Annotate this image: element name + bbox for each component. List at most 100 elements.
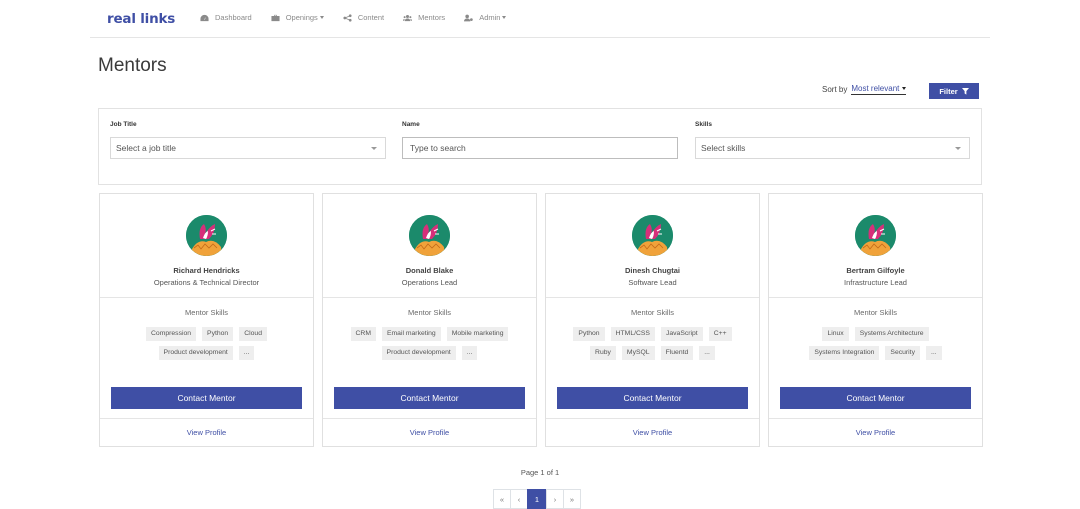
main-nav: Dashboard Openings Content Mentors Admin [200, 13, 525, 22]
avatar [409, 215, 450, 256]
skills-placeholder: Select skills [701, 143, 746, 153]
briefcase-icon [271, 14, 280, 21]
divider [100, 297, 313, 298]
nav-openings[interactable]: Openings [271, 13, 324, 22]
skill-tag: Mobile marketing [446, 327, 509, 341]
avatar [855, 215, 896, 256]
contact-mentor-button[interactable]: Contact Mentor [334, 387, 525, 409]
first-page-button[interactable]: « [493, 489, 511, 509]
nav-mentors-label: Mentors [418, 13, 446, 22]
skills-filter: Skills Select skills [695, 121, 970, 159]
skill-tag: Systems Integration [809, 346, 880, 360]
user-cog-icon [464, 14, 473, 21]
job-title-placeholder: Select a job title [116, 143, 177, 153]
sort-dropdown[interactable]: Most relevant [851, 84, 907, 95]
sort-control: Sort by Most relevant [822, 84, 907, 95]
divider [323, 297, 536, 298]
skill-tag: Product development [381, 346, 456, 360]
skill-tag: Systems Architecture [854, 327, 929, 341]
dashboard-icon [200, 14, 209, 21]
view-profile-link[interactable]: View Profile [323, 428, 536, 437]
skills-select[interactable]: Select skills [695, 137, 970, 159]
skill-tag: Cloud [239, 327, 267, 341]
prev-page-button[interactable]: ‹ [510, 489, 528, 509]
skill-tag: ... [238, 346, 255, 360]
mentor-role: Infrastructure Lead [844, 278, 907, 287]
nav-openings-label: Openings [285, 13, 318, 22]
divider [546, 418, 759, 419]
skill-tag: C++ [708, 327, 732, 341]
skill-tag: Python [202, 327, 234, 341]
divider [769, 418, 982, 419]
nav-admin[interactable]: Admin [464, 13, 507, 22]
name-label: Name [402, 121, 420, 128]
chevron-down-icon [902, 87, 907, 90]
mentor-card: Donald Blake Operations Lead Mentor Skills… [322, 193, 537, 447]
chevron-down-icon [319, 16, 324, 19]
name-placeholder: Type to search [410, 143, 466, 153]
skill-tag: Product development [158, 346, 233, 360]
share-icon [343, 13, 352, 22]
filter-button[interactable]: Filter [929, 83, 979, 99]
mentor-skills-heading: Mentor Skills [185, 308, 228, 317]
next-page-button[interactable]: › [546, 489, 564, 509]
job-title-filter: Job Title Select a job title [110, 121, 386, 159]
job-title-label: Job Title [110, 121, 137, 128]
mentor-name: Bertram Gilfoyle [846, 266, 905, 275]
sort-value: Most relevant [851, 84, 900, 93]
skill-tags: CRM Email marketing Mobile marketing Produc… [341, 327, 518, 365]
mentor-name: Dinesh Chugtai [624, 266, 680, 275]
view-profile-link[interactable]: View Profile [546, 428, 759, 437]
chevron-down-icon [502, 16, 507, 19]
mentor-name: Donald Blake [405, 266, 454, 275]
page-title: Mentors [98, 55, 167, 76]
skill-tag: ... [699, 346, 715, 360]
skill-tags: Compression Python Cloud Product developmen… [118, 327, 295, 365]
current-page-button[interactable]: 1 [527, 489, 547, 509]
skill-tag: Email marketing [381, 327, 441, 341]
skill-tag: Compression [146, 327, 197, 341]
mentor-name: Richard Hendricks [173, 266, 240, 275]
skill-tags: Python HTML/CSS JavaScript C++ Ruby MySQL Flue… [564, 327, 741, 365]
sort-label: Sort by [822, 85, 848, 94]
view-profile-link[interactable]: View Profile [100, 428, 313, 437]
nav-dashboard-label: Dashboard [215, 13, 252, 22]
skill-tag: Python [573, 327, 605, 341]
avatar [632, 215, 673, 256]
divider [323, 418, 536, 419]
mentor-skills-heading: Mentor Skills [631, 308, 674, 317]
pagination: « ‹ 1 › » [493, 489, 581, 509]
skill-tag: MySQL [621, 346, 655, 360]
divider [546, 297, 759, 298]
brand-logo[interactable]: real links [107, 11, 175, 27]
avatar [186, 215, 227, 256]
mentor-card: Richard Hendricks Operations & Technical … [99, 193, 314, 447]
divider [769, 297, 982, 298]
view-profile-link[interactable]: View Profile [769, 428, 982, 437]
nav-content[interactable]: Content [343, 13, 384, 22]
contact-mentor-button[interactable]: Contact Mentor [780, 387, 971, 409]
last-page-button[interactable]: » [563, 489, 581, 509]
skill-tag: CRM [350, 327, 376, 341]
name-filter: Name Type to search [402, 121, 678, 159]
mentor-role: Operations & Technical Director [153, 278, 260, 287]
skill-tag: JavaScript [660, 327, 703, 341]
skill-tag: Ruby [590, 346, 616, 360]
nav-dashboard[interactable]: Dashboard [200, 13, 252, 22]
top-navbar: real links Dashboard Openings Content Me… [90, 0, 990, 38]
contact-mentor-button[interactable]: Contact Mentor [111, 387, 302, 409]
job-title-select[interactable]: Select a job title [110, 137, 386, 159]
filter-button-label: Filter [939, 86, 958, 96]
mentor-role: Operations Lead [401, 278, 458, 287]
skill-tag: ... [461, 346, 478, 360]
chevron-down-icon [371, 147, 377, 150]
nav-mentors[interactable]: Mentors [403, 13, 445, 22]
mentor-card: Dinesh Chugtai Software Lead Mentor Skills… [545, 193, 760, 447]
contact-mentor-button[interactable]: Contact Mentor [557, 387, 748, 409]
name-search-input[interactable]: Type to search [402, 137, 678, 159]
mentor-skills-heading: Mentor Skills [408, 308, 451, 317]
nav-admin-label: Admin [479, 13, 501, 22]
page-info: Page 1 of 1 [520, 468, 560, 477]
chevron-down-icon [955, 147, 961, 150]
mentor-card: Bertram Gilfoyle Infrastructure Lead Mento… [768, 193, 983, 447]
